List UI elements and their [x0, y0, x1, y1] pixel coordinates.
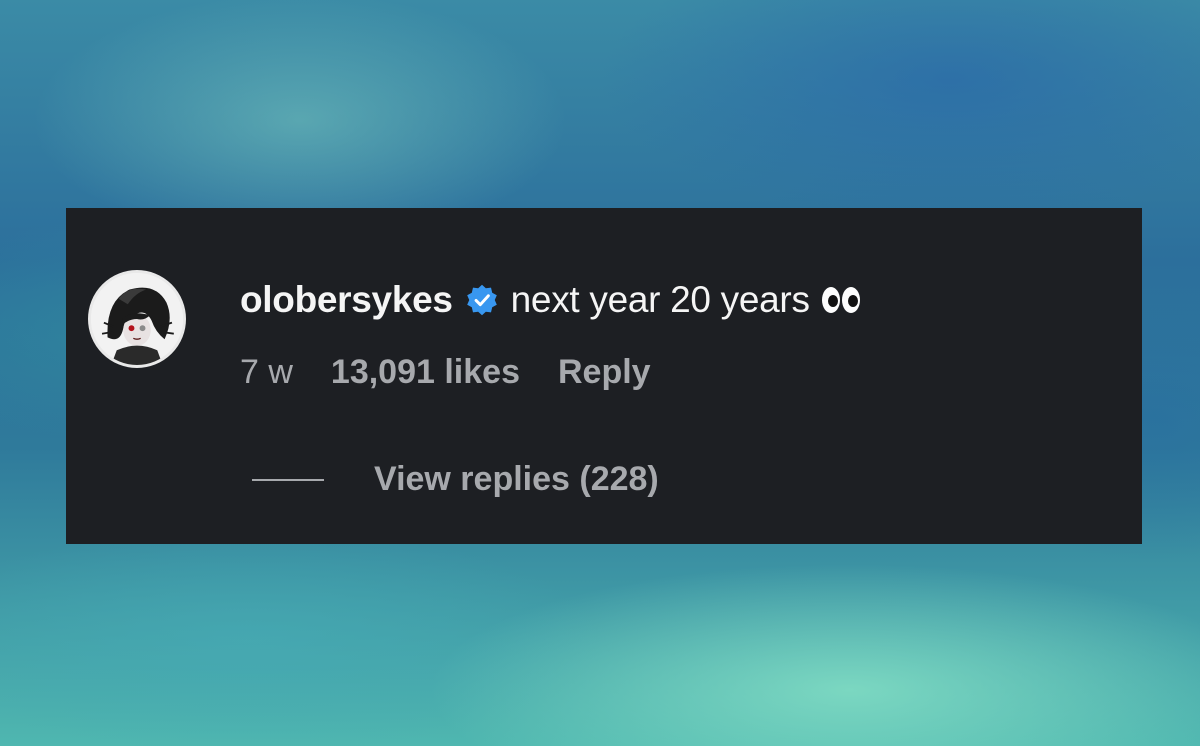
- username[interactable]: olobersykes: [240, 279, 453, 321]
- comment-line: olobersykes next year 20 years: [240, 276, 860, 324]
- comment-card: olobersykes next year 20 years 7 w 13,09…: [66, 208, 1142, 544]
- avatar-illustration-icon: [91, 273, 183, 365]
- avatar[interactable]: [88, 270, 186, 368]
- comment-text: next year 20 years: [510, 279, 810, 320]
- comment-meta: 7 w 13,091 likes Reply: [240, 353, 651, 392]
- eyes-emoji-icon: [821, 287, 860, 313]
- comment-timestamp: 7 w: [240, 353, 293, 391]
- verified-badge-icon: [466, 284, 497, 316]
- replies-divider: [252, 478, 324, 481]
- view-replies-row[interactable]: View replies (228): [252, 460, 659, 499]
- reply-button[interactable]: Reply: [558, 353, 651, 392]
- view-replies-button[interactable]: View replies (228): [374, 460, 659, 499]
- likes-count[interactable]: 13,091 likes: [331, 353, 520, 392]
